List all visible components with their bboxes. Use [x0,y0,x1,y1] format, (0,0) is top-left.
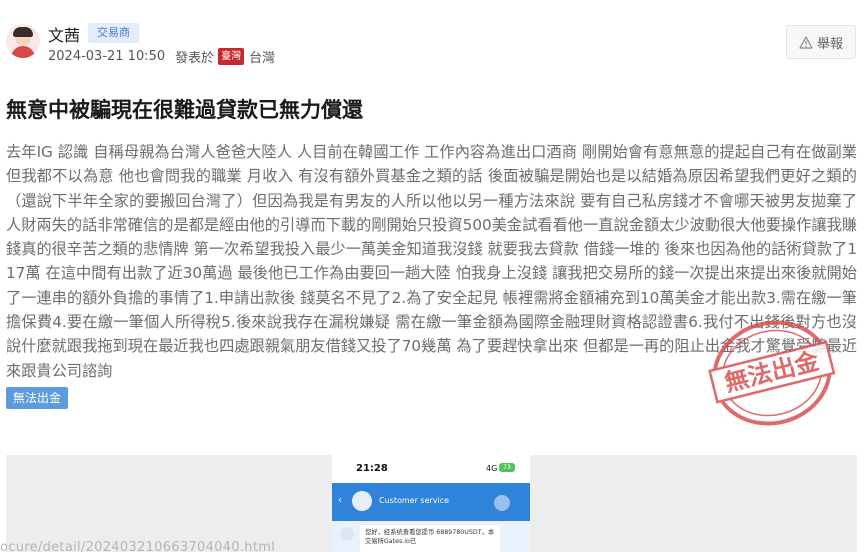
region-flag-icon: 臺灣 [218,48,245,65]
warning-icon [799,35,813,49]
posted-at-label: 發表於 [175,51,215,66]
region-name: 台灣 [249,51,276,66]
post-title: 無意中被騙現在很難過貸款已無力償還 [6,98,363,122]
post-meta: 2024-03-21 10:50 發表於 臺灣 台灣 [48,47,275,66]
screenshot-gallery[interactable]: 21:28 4G 73 ‹ Customer service 您好，经系统查看您… [6,455,857,552]
role-badge: 交易商 [88,23,139,43]
issue-tag[interactable]: 無法出金 [6,387,69,409]
author-avatar[interactable] [6,24,40,58]
url-text: ocure/detail/202403210663704040.html [0,540,276,552]
network-indicator: 4G [486,464,498,473]
report-label: 舉報 [816,36,843,52]
battery-icon: 73 [499,463,515,472]
play-icon [494,495,510,511]
chat-message: 您好，经系统查看您提币 6889780USDT，本交易所Gates.io已 [360,525,500,552]
back-icon: ‹ [338,495,342,506]
cs-avatar [352,491,372,511]
post-datetime: 2024-03-21 10:50 [48,49,166,64]
phone-clock: 21:28 [356,463,388,474]
chat-screenshot[interactable]: 21:28 4G 73 ‹ Customer service 您好，经系统查看您… [332,455,530,552]
chat-title: Customer service [379,496,450,505]
author-name[interactable]: 文茜 [48,22,80,46]
post-header: 文茜 交易商 2024-03-21 10:50 發表於 臺灣 台灣 舉報 [0,0,865,80]
message-avatar [340,527,354,541]
report-button[interactable]: 舉報 [786,25,856,59]
